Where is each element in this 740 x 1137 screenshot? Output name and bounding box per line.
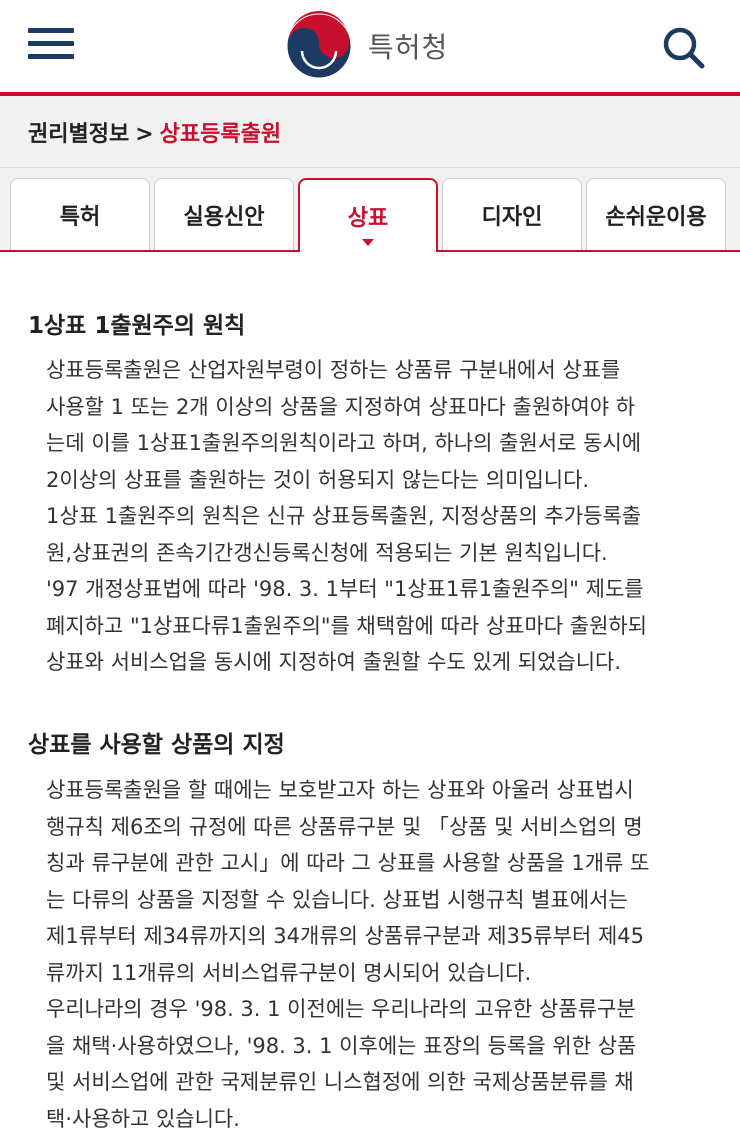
paragraph-line: 상표와 서비스업을 동시에 지정하여 출원할 수도 있게 되었습니다. <box>46 644 716 681</box>
tab-easy-use[interactable]: 손쉬운이용 <box>586 178 726 250</box>
paragraph-line: 는데 이를 1상표1출원주의원칙이라고 하며, 하나의 출원서로 동시에 <box>46 425 716 462</box>
paragraph-line: 행규칙 제6조의 규정에 따른 상품류구분 및 「상품 및 서비스업의 명 <box>46 809 716 846</box>
section-paragraph: 상표등록출원은 산업자원부령이 정하는 상품류 구분내에서 상표를 사용할 1 … <box>46 352 716 681</box>
logo[interactable]: 특허청 <box>284 12 448 80</box>
tab-design[interactable]: 디자인 <box>442 178 582 250</box>
paragraph-line: 폐지하고 "1상표다류1출원주의"를 채택함에 따라 상표마다 출원하되 <box>46 608 716 645</box>
paragraph-line: 사용할 1 또는 2개 이상의 상품을 지정하여 상표마다 출원하여야 하 <box>46 389 716 426</box>
breadcrumb-bar: 권리별정보> 상표등록출원 <box>0 96 740 168</box>
section-title: 상표를 사용할 상품의 지정 <box>28 725 285 759</box>
paragraph-line: 상표등록출원을 할 때에는 보호받고자 하는 상표와 아울러 상표법시 <box>46 772 716 809</box>
taegeuk-logo-icon <box>284 11 354 81</box>
tab-patent[interactable]: 특허 <box>10 178 150 250</box>
hamburger-menu-icon[interactable] <box>28 26 74 62</box>
logo-text: 특허청 <box>368 26 448 66</box>
paragraph-line: 우리나라의 경우 '98. 3. 1 이전에는 우리나라의 고유한 상품류구분 <box>46 991 716 1028</box>
tab-label: 디자인 <box>482 199 543 231</box>
section-paragraph: 상표등록출원을 할 때에는 보호받고자 하는 상표와 아울러 상표법시 행규칙 … <box>46 772 716 1137</box>
breadcrumb-separator: > <box>135 122 153 147</box>
paragraph-line: 을 채택·사용하였으나, '98. 3. 1 이후에는 표장의 등록을 위한 상… <box>46 1028 716 1065</box>
paragraph-line: 류까지 11개류의 서비스업류구분이 명시되어 있습니다. <box>46 955 716 992</box>
paragraph-line: '97 개정상표법에 따라 '98. 3. 1부터 "1상표1류1출원주의" 제… <box>46 571 716 608</box>
tab-trademark[interactable]: 상표 <box>298 178 438 252</box>
paragraph-line: 상표등록출원은 산업자원부령이 정하는 상품류 구분내에서 상표를 <box>46 352 716 389</box>
tab-label: 실용신안 <box>184 199 265 231</box>
breadcrumb-parent[interactable]: 권리별정보 <box>28 122 129 147</box>
tab-label: 특허 <box>60 199 100 231</box>
top-header: 특허청 <box>0 0 740 92</box>
tab-label: 상표 <box>348 200 388 232</box>
breadcrumb-current: 상표등록출원 <box>160 122 281 147</box>
paragraph-line: 택·사용하고 있습니다. <box>46 1101 716 1137</box>
paragraph-line: 제1류부터 제34류까지의 34개류의 상품류구분과 제35류부터 제45 <box>46 918 716 955</box>
paragraph-line: 는 다류의 상품을 지정할 수 있습니다. 상표법 시행규칙 별표에서는 <box>46 882 716 919</box>
search-icon[interactable] <box>660 24 706 70</box>
paragraph-line: 칭과 류구분에 관한 고시」에 따라 그 상표를 사용할 상품을 1개류 또 <box>46 845 716 882</box>
category-tabs: 특허 실용신안 상표 디자인 손쉬운이용 <box>0 168 740 252</box>
paragraph-line: 및 서비스업에 관한 국제분류인 니스협정에 의한 국제상품분류를 채 <box>46 1064 716 1101</box>
paragraph-line: 1상표 1출원주의 원칙은 신규 상표등록출원, 지정상품의 추가등록출 <box>46 498 716 535</box>
paragraph-line: 원,상표권의 존속기간갱신등록신청에 적용되는 기본 원칙입니다. <box>46 535 716 572</box>
tab-utility-model[interactable]: 실용신안 <box>154 178 294 250</box>
tab-label: 손쉬운이용 <box>605 199 706 231</box>
breadcrumb: 권리별정보> 상표등록출원 <box>28 116 281 148</box>
caret-down-icon <box>362 239 374 246</box>
paragraph-line: 2이상의 상표를 출원하는 것이 허용되지 않는다는 의미입니다. <box>46 462 716 499</box>
section-title: 1상표 1출원주의 원칙 <box>28 306 245 340</box>
